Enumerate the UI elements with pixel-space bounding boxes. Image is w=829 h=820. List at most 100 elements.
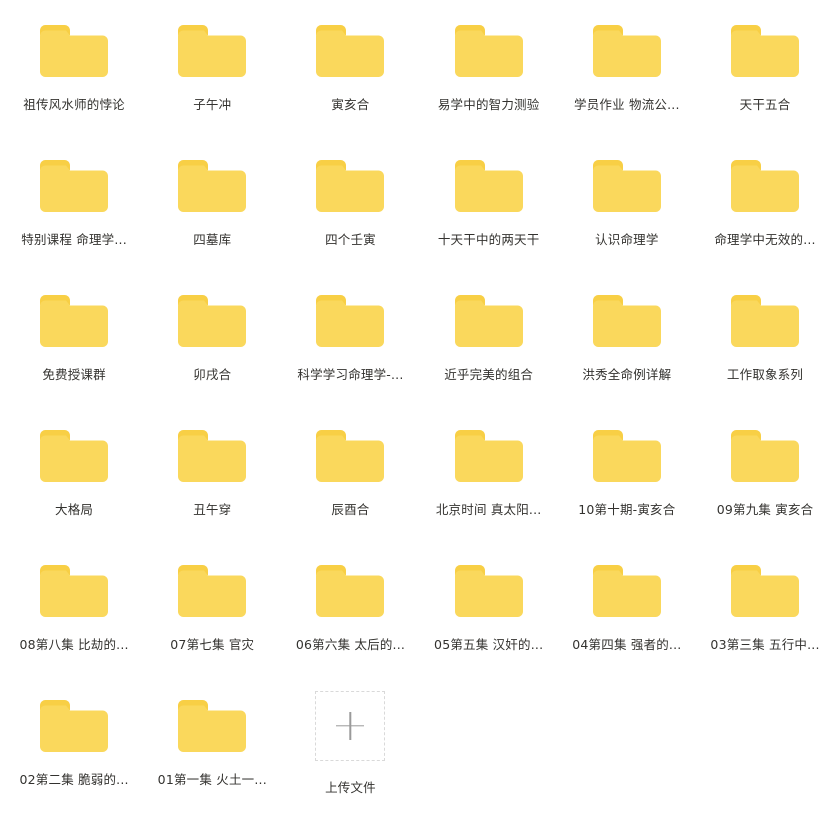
folder-icon[interactable] — [312, 290, 388, 352]
folder-item[interactable]: 近乎完美的组合 — [420, 280, 558, 415]
folder-icon[interactable] — [174, 695, 250, 757]
folder-icon[interactable] — [174, 560, 250, 622]
folder-item[interactable]: 易学中的智力测验 — [420, 10, 558, 145]
upload-file-label: 上传文件 — [325, 780, 376, 795]
folder-item-label: 近乎完美的组合 — [444, 367, 534, 382]
folder-item[interactable]: 认识命理学 — [558, 145, 696, 280]
folder-item-label: 子午冲 — [193, 97, 232, 112]
folder-icon[interactable] — [312, 20, 388, 82]
folder-item[interactable]: 洪秀全命例详解 — [558, 280, 696, 415]
folder-item-label: 01第一集 火土一... — [157, 772, 267, 787]
folder-icon[interactable] — [174, 155, 250, 217]
folder-item-label: 大格局 — [55, 502, 94, 517]
plus-icon — [336, 712, 364, 740]
folder-icon[interactable] — [727, 155, 803, 217]
folder-item-label: 卯戌合 — [193, 367, 232, 382]
folder-item-label: 丑午穿 — [193, 502, 232, 517]
folder-item[interactable]: 01第一集 火土一... — [143, 685, 281, 820]
folder-item-label: 07第七集 官灾 — [170, 637, 255, 652]
folder-icon[interactable] — [589, 560, 665, 622]
folder-item-label: 06第六集 太后的... — [295, 637, 406, 652]
folder-item-label: 03第三集 五行中... — [710, 637, 820, 652]
folder-item[interactable]: 免费授课群 — [5, 280, 143, 415]
folder-icon[interactable] — [174, 425, 250, 487]
folder-icon[interactable] — [589, 20, 665, 82]
folder-icon[interactable] — [727, 20, 803, 82]
upload-dropzone[interactable] — [315, 691, 386, 761]
folder-item[interactable]: 08第八集 比劫的... — [5, 550, 143, 685]
folder-icon[interactable] — [36, 425, 112, 487]
folder-item[interactable]: 学员作业 物流公... — [558, 10, 696, 145]
folder-item-label: 天干五合 — [739, 97, 791, 112]
folder-item-label: 工作取象系列 — [726, 367, 804, 382]
folder-item[interactable]: 辰酉合 — [281, 415, 419, 550]
folder-item-label: 命理学中无效的... — [714, 232, 816, 247]
folder-item-label: 学员作业 物流公... — [574, 97, 680, 112]
folder-item-label: 10第十期-寅亥合 — [578, 502, 676, 517]
folder-icon[interactable] — [451, 155, 527, 217]
folder-icon[interactable] — [312, 560, 388, 622]
folder-item[interactable]: 丑午穿 — [143, 415, 281, 550]
folder-icon[interactable] — [451, 560, 527, 622]
folder-item-label: 05第五集 汉奸的... — [434, 637, 544, 652]
folder-item-label: 科学学习命理学-... — [297, 367, 404, 382]
folder-item[interactable]: 10第十期-寅亥合 — [558, 415, 696, 550]
folder-item[interactable]: 04第四集 强者的... — [558, 550, 696, 685]
folder-icon[interactable] — [36, 155, 112, 217]
folder-icon[interactable] — [727, 560, 803, 622]
folder-icon[interactable] — [727, 425, 803, 487]
folder-item[interactable]: 07第七集 官灾 — [143, 550, 281, 685]
folder-item-label: 十天干中的两天干 — [437, 232, 540, 247]
folder-item[interactable]: 命理学中无效的... — [696, 145, 829, 280]
folder-item-label: 四墓库 — [193, 232, 232, 247]
folder-icon[interactable] — [36, 695, 112, 757]
folder-item-label: 认识命理学 — [595, 232, 659, 247]
folder-icon[interactable] — [451, 425, 527, 487]
file-grid: 祖传风水师的悖论 子午冲 寅亥合 易学中的智力测验 学员作业 物流公... 天干五合特别课… — [0, 0, 829, 820]
folder-item-label: 寅亥合 — [331, 97, 370, 112]
folder-icon[interactable] — [451, 20, 527, 82]
folder-icon[interactable] — [589, 425, 665, 487]
folder-icon[interactable] — [36, 290, 112, 352]
folder-icon[interactable] — [451, 290, 527, 352]
folder-item[interactable]: 02第二集 脆弱的... — [5, 685, 143, 820]
folder-icon[interactable] — [312, 155, 388, 217]
folder-item-label: 洪秀全命例详解 — [582, 367, 672, 382]
upload-file-button[interactable]: 上传文件 — [281, 685, 419, 820]
folder-item[interactable]: 子午冲 — [143, 10, 281, 145]
folder-item[interactable]: 特别课程 命理学... — [5, 145, 143, 280]
folder-icon[interactable] — [174, 290, 250, 352]
folder-icon[interactable] — [36, 20, 112, 82]
folder-item-label: 02第二集 脆弱的... — [19, 772, 129, 787]
folder-item[interactable]: 十天干中的两天干 — [420, 145, 558, 280]
folder-item-label: 免费授课群 — [42, 367, 106, 382]
folder-icon[interactable] — [727, 290, 803, 352]
folder-icon[interactable] — [312, 425, 388, 487]
folder-item[interactable]: 祖传风水师的悖论 — [5, 10, 143, 145]
folder-item[interactable]: 北京时间 真太阳... — [420, 415, 558, 550]
folder-item-label: 北京时间 真太阳... — [435, 502, 542, 517]
folder-item[interactable]: 寅亥合 — [281, 10, 419, 145]
folder-item-label: 08第八集 比劫的... — [19, 637, 129, 652]
folder-item[interactable]: 05第五集 汉奸的... — [420, 550, 558, 685]
folder-item[interactable]: 天干五合 — [696, 10, 829, 145]
folder-item[interactable]: 06第六集 太后的... — [281, 550, 419, 685]
folder-item-label: 祖传风水师的悖论 — [23, 97, 125, 112]
folder-item[interactable]: 03第三集 五行中... — [696, 550, 829, 685]
folder-item[interactable]: 09第九集 寅亥合 — [696, 415, 829, 550]
folder-item[interactable]: 大格局 — [5, 415, 143, 550]
folder-item[interactable]: 卯戌合 — [143, 280, 281, 415]
folder-item[interactable]: 科学学习命理学-... — [281, 280, 419, 415]
folder-icon[interactable] — [589, 290, 665, 352]
folder-icon[interactable] — [174, 20, 250, 82]
folder-item-label: 四个壬寅 — [325, 232, 376, 247]
folder-item[interactable]: 四墓库 — [143, 145, 281, 280]
folder-item-label: 09第九集 寅亥合 — [716, 502, 814, 517]
folder-item-label: 辰酉合 — [331, 502, 370, 517]
folder-icon[interactable] — [36, 560, 112, 622]
folder-item-label: 04第四集 强者的... — [572, 637, 682, 652]
folder-item[interactable]: 工作取象系列 — [696, 280, 829, 415]
folder-item[interactable]: 四个壬寅 — [281, 145, 419, 280]
folder-icon[interactable] — [589, 155, 665, 217]
folder-item-label: 特别课程 命理学... — [21, 232, 127, 247]
